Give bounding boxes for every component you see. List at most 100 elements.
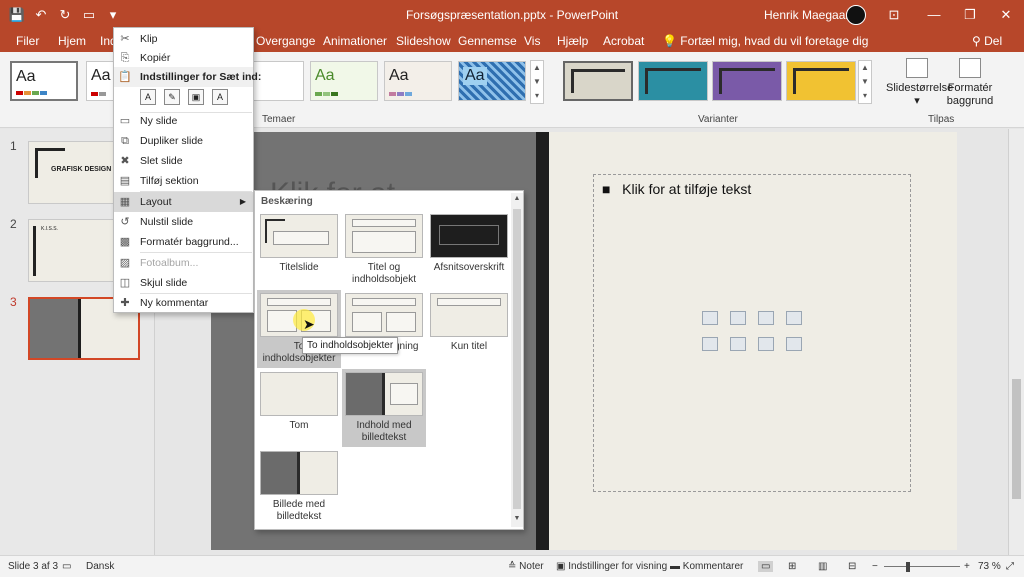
zoom-out-icon[interactable]: − <box>872 561 878 572</box>
tell-me-search[interactable]: 💡 Fortæl mig, hvad du vil foretage dig <box>662 34 868 48</box>
variant-thumbnail[interactable] <box>638 61 708 101</box>
spelling-icon[interactable]: ▭ <box>62 561 71 572</box>
format-background-icon <box>959 58 981 78</box>
avatar[interactable] <box>846 5 866 25</box>
slide-size-button[interactable]: Slidestørrelse ▾ <box>886 58 953 108</box>
title-bar: 💾 ↶ ↻ ▭ ▾ Forsøgspræsentation.pptx - Pow… <box>0 0 1024 30</box>
variant-thumbnail[interactable] <box>563 61 633 101</box>
zoom-in-icon[interactable]: + <box>964 561 970 572</box>
zoom-level[interactable]: 73 % <box>978 561 1001 572</box>
qat-more-icon[interactable]: ▾ <box>104 7 122 23</box>
comments-button[interactable]: ▬ Kommentarer <box>670 561 743 572</box>
format-background-icon: ▩ <box>119 236 131 248</box>
vertical-scrollbar[interactable] <box>1008 129 1024 555</box>
theme-thumbnail[interactable]: Aa <box>10 61 78 101</box>
tab-filer[interactable]: Filer <box>16 34 39 48</box>
insert-smartart-icon[interactable] <box>758 311 774 325</box>
scroll-down-icon[interactable]: ▼ <box>511 513 523 525</box>
menu-item-ny-slide[interactable]: ▭ Ny slide <box>114 111 253 131</box>
theme-thumbnail[interactable]: Aa <box>384 61 452 101</box>
slide-divider-bar <box>536 132 549 550</box>
paste-keep-source-icon[interactable]: ✎ <box>164 89 180 105</box>
paste-picture-icon[interactable]: ▣ <box>188 89 204 105</box>
zoom-slider[interactable] <box>884 566 960 567</box>
zoom-slider-handle[interactable] <box>906 562 910 572</box>
present-icon[interactable]: ▭ <box>80 7 98 23</box>
fit-to-window-icon[interactable]: ⤢ <box>1006 561 1014 572</box>
slide-number: 1 <box>10 139 17 153</box>
menu-item-layout[interactable]: ▦ Layout ▶ <box>114 192 253 212</box>
slideshow-view-icon[interactable]: ⊟ <box>848 561 856 572</box>
menu-item-dupliker-slide[interactable]: ⧉ Dupliker slide <box>114 131 253 151</box>
theme-thumbnail[interactable]: Aa <box>458 61 526 101</box>
theme-thumbnail[interactable]: Aa <box>310 61 378 101</box>
placeholder-text[interactable]: ■ Klik for at tilføje tekst <box>602 181 751 197</box>
layout-option-indhold-med-billedtekst[interactable]: Indhold med billedtekst <box>342 369 426 447</box>
layout-option-afsnitsoverskrift[interactable]: Afsnitsoverskrift <box>427 211 511 289</box>
layout-option-titelslide[interactable]: Titelslide <box>257 211 341 289</box>
tab-hjaelp[interactable]: Hjælp <box>557 34 588 48</box>
user-name[interactable]: Henrik Maegaard <box>764 8 856 22</box>
menu-item-nulstil-slide[interactable]: ↺ Nulstil slide <box>114 212 253 232</box>
restore-icon[interactable]: ❐ <box>952 0 988 30</box>
tab-acrobat[interactable]: Acrobat <box>603 34 644 48</box>
reading-view-icon[interactable]: ▥ <box>818 561 827 572</box>
insert-chart-icon[interactable] <box>730 311 746 325</box>
format-background-button[interactable]: Formatér baggrund <box>946 58 994 108</box>
display-settings-button[interactable]: ▣ Indstillinger for visning <box>556 561 667 572</box>
normal-view-icon[interactable]: ▭ <box>758 561 774 572</box>
menu-item-formater-baggrund[interactable]: ▩ Formatér baggrund... <box>114 232 253 252</box>
tab-animationer[interactable]: Animationer <box>323 34 387 48</box>
menu-item-ny-kommentar[interactable]: ✚ Ny kommentar <box>114 293 253 313</box>
paste-text-only-icon[interactable]: A <box>212 89 228 105</box>
hide-slide-icon: ◫ <box>119 277 131 289</box>
tab-vis[interactable]: Vis <box>524 34 540 48</box>
insert-picture-icon[interactable] <box>702 337 718 351</box>
scroll-up-icon[interactable]: ▲ <box>511 193 523 205</box>
language-indicator[interactable]: Dansk <box>86 561 114 572</box>
variant-thumbnail[interactable] <box>712 61 782 101</box>
layout-preview <box>345 293 423 337</box>
insert-3d-model-icon[interactable] <box>786 311 802 325</box>
menu-item-klip[interactable]: ✂ Klip <box>114 29 253 49</box>
layout-option-kun-titel[interactable]: Kun titel <box>427 290 511 368</box>
save-icon[interactable]: 💾 <box>8 7 26 23</box>
content-placeholder[interactable]: ■ Klik for at tilføje tekst <box>593 174 911 492</box>
photo-album-icon: ▨ <box>119 257 131 269</box>
menu-item-slet-slide[interactable]: ✖ Slet slide <box>114 151 253 171</box>
insert-online-picture-icon[interactable] <box>730 337 746 351</box>
tab-hjem[interactable]: Hjem <box>58 34 86 48</box>
layout-option-titel-og-indholdsobjekt[interactable]: Titel og indholdsobjekt <box>342 211 426 289</box>
tab-slideshow[interactable]: Slideshow <box>396 34 451 48</box>
variants-scroll-icon[interactable]: ▲ ▼ ▾ <box>858 60 872 104</box>
tab-gennemse[interactable]: Gennemse <box>458 34 517 48</box>
notes-button[interactable]: ≙ Noter <box>508 561 544 572</box>
slide-sorter-icon[interactable]: ⊞ <box>788 561 796 572</box>
undo-icon[interactable]: ↶ <box>32 7 50 23</box>
menu-item-tilfoej-sektion[interactable]: ▤ Tilføj sektion <box>114 171 253 191</box>
minimize-icon[interactable]: — <box>916 0 952 30</box>
reset-icon: ↺ <box>120 216 130 228</box>
ribbon-display-icon[interactable]: ⊡ <box>876 0 912 30</box>
share-button[interactable]: ⚲ Del <box>972 34 1002 48</box>
menu-item-kopier[interactable]: ⎘ Kopiér <box>114 48 253 68</box>
paste-use-destination-icon[interactable]: A <box>140 89 156 105</box>
slide-size-icon <box>906 58 928 78</box>
menu-item-skjul-slide[interactable]: ◫ Skjul slide <box>114 273 253 293</box>
group-label-varianter: Varianter <box>698 114 738 125</box>
insert-icon-icon[interactable] <box>786 337 802 351</box>
layout-preview <box>260 372 338 416</box>
tab-overgange[interactable]: Overgange <box>256 34 315 48</box>
close-icon[interactable]: ✕ <box>988 0 1024 30</box>
insert-table-icon[interactable] <box>702 311 718 325</box>
insert-video-icon[interactable] <box>758 337 774 351</box>
layout-option-tom[interactable]: Tom <box>257 369 341 447</box>
gallery-header: Beskæring <box>261 196 313 207</box>
context-menu: ✂ Klip ⎘ Kopiér 📋 Indstillinger for Sæt ind… <box>113 27 261 313</box>
themes-scroll-icon[interactable]: ▲ ▼ ▾ <box>530 60 544 104</box>
layout-option-billede-med-billedtekst[interactable]: Billede med billedtekst <box>257 448 341 526</box>
gallery-scrollbar[interactable]: ▲ ▼ <box>511 193 523 527</box>
redo-icon[interactable]: ↻ <box>56 7 74 23</box>
variant-thumbnail[interactable] <box>786 61 856 101</box>
layout-option-sammenligning[interactable]: Sammenligning <box>342 290 426 368</box>
